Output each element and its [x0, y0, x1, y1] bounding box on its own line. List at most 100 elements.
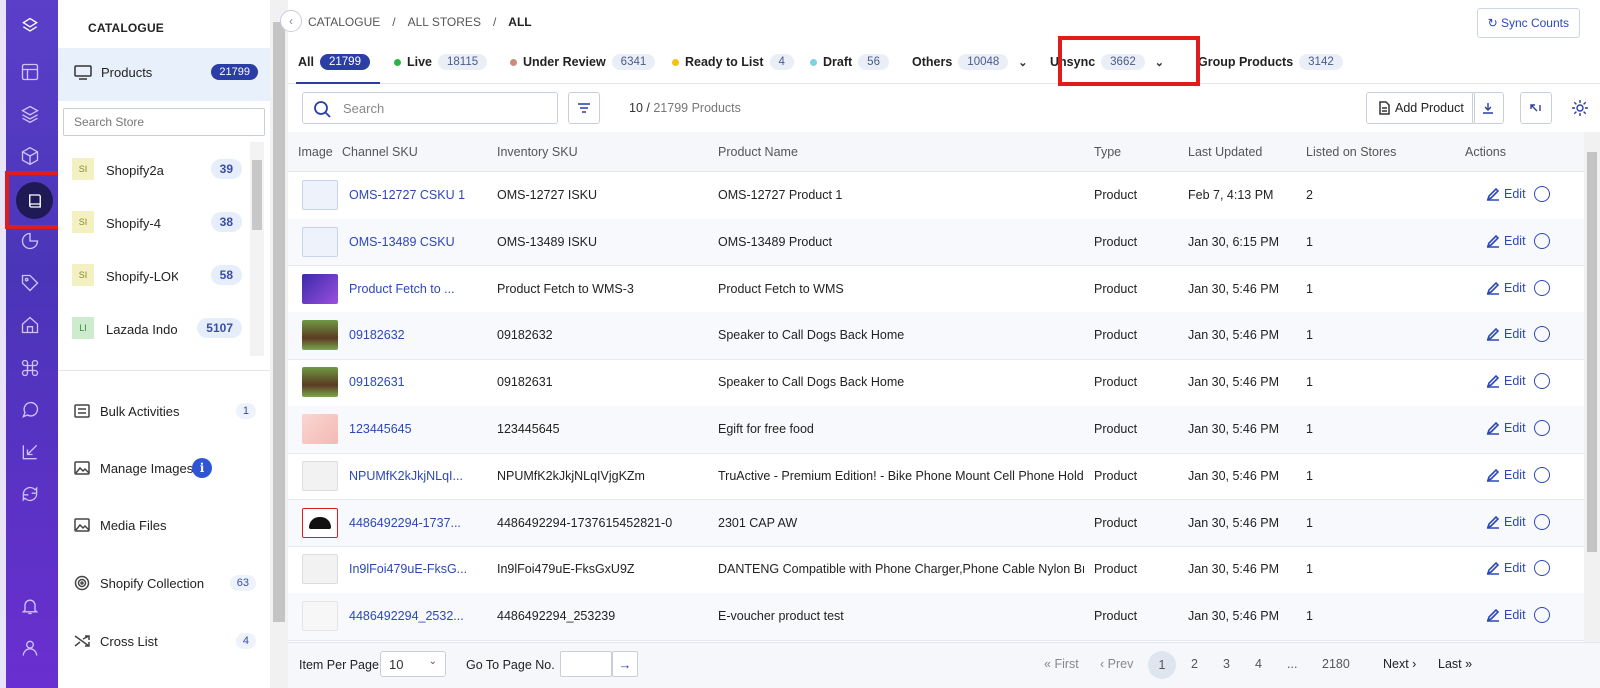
filter-button[interactable]: [568, 92, 600, 124]
column-header[interactable]: Inventory SKU: [497, 145, 578, 159]
command-icon[interactable]: [18, 356, 42, 380]
user-icon[interactable]: [18, 636, 42, 660]
sync-icon[interactable]: [18, 482, 42, 506]
channel-sku-link[interactable]: 4486492294_2532...: [349, 609, 489, 623]
open-external-icon[interactable]: [1534, 326, 1550, 343]
book-icon[interactable]: [16, 182, 53, 219]
column-header[interactable]: Image: [298, 145, 333, 159]
store-item[interactable]: SI Shopify2a 39: [58, 144, 254, 198]
tab-under-review[interactable]: Under Review 6341: [510, 54, 656, 70]
channel-sku-link[interactable]: 123445645: [349, 422, 489, 436]
edit-button[interactable]: Edit: [1486, 561, 1526, 575]
tab-draft[interactable]: Draft 56: [810, 54, 889, 70]
search-store-input[interactable]: Search Store: [63, 108, 265, 136]
channel-sku-link[interactable]: NPUMfK2kJkjNLqI...: [349, 469, 489, 483]
sync-counts-button[interactable]: ↻ Sync Counts: [1476, 8, 1580, 38]
store-list-scrollbar[interactable]: [250, 142, 264, 356]
sidebar-scrollbar[interactable]: [270, 0, 288, 688]
next-page-button[interactable]: Next ›: [1383, 657, 1416, 671]
collapse-sidebar-button[interactable]: ‹: [280, 10, 302, 32]
channel-sku-link[interactable]: OMS-13489 CSKU: [349, 235, 489, 249]
sidebar-item-shopify-collection[interactable]: Shopify Collection 63: [58, 563, 270, 603]
edit-button[interactable]: Edit: [1486, 468, 1526, 482]
crumb-all-stores[interactable]: ALL STORES: [408, 15, 481, 29]
table-row[interactable]: 09182631 09182631 Speaker to Call Dogs B…: [288, 359, 1584, 407]
add-product-button[interactable]: Add Product: [1366, 92, 1475, 124]
page-3-button[interactable]: 3: [1223, 657, 1230, 671]
edit-button[interactable]: Edit: [1486, 608, 1526, 622]
chevron-down-icon[interactable]: ⌄: [1018, 56, 1027, 69]
edit-button[interactable]: Edit: [1486, 187, 1526, 201]
table-row[interactable]: In9lFoi479uE-FksG... In9lFoi479uE-FksGxU…: [288, 546, 1584, 594]
open-external-icon[interactable]: [1534, 186, 1550, 202]
per-page-select[interactable]: 10 ⌄: [380, 651, 446, 677]
column-header[interactable]: Channel SKU: [342, 145, 418, 159]
edit-button[interactable]: Edit: [1486, 515, 1526, 529]
sidebar-item-bulk-activities[interactable]: Bulk Activities 1: [58, 391, 270, 431]
tab-live[interactable]: Live 18115: [394, 54, 488, 70]
tab-ready-to-list[interactable]: Ready to List 4: [672, 54, 794, 70]
table-row[interactable]: 4486492294_2532... 4486492294_253239 E-v…: [288, 593, 1584, 641]
open-external-icon[interactable]: [1534, 513, 1550, 530]
prev-page-button[interactable]: ‹ Prev: [1100, 657, 1133, 671]
open-external-icon[interactable]: [1534, 279, 1550, 296]
table-row[interactable]: 09182632 09182632 Speaker to Call Dogs B…: [288, 312, 1584, 360]
open-external-icon[interactable]: [1534, 560, 1550, 577]
tab-all[interactable]: All 21799: [298, 54, 370, 70]
search-input[interactable]: Search: [302, 92, 558, 124]
box-icon[interactable]: [18, 144, 42, 168]
channel-sku-link[interactable]: 09182631: [349, 375, 489, 389]
column-header[interactable]: Last Updated: [1188, 145, 1262, 159]
page-last-number-button[interactable]: 2180: [1322, 657, 1350, 671]
layers-icon[interactable]: [18, 102, 42, 126]
channel-sku-link[interactable]: Product Fetch to ...: [349, 282, 489, 296]
catalogue-nav-active[interactable]: [5, 171, 64, 229]
store-item[interactable]: SI Shopify-LOK 58: [58, 250, 254, 304]
page-2-button[interactable]: 2: [1191, 657, 1198, 671]
sidebar-item-products[interactable]: Products 21799: [58, 48, 270, 101]
bell-icon[interactable]: [18, 594, 42, 618]
pie-chart-icon[interactable]: [18, 229, 42, 253]
table-scrollbar[interactable]: [1584, 132, 1600, 642]
go-button[interactable]: →: [612, 651, 638, 677]
home-icon[interactable]: [18, 313, 42, 337]
column-header[interactable]: Listed on Stores: [1306, 145, 1396, 159]
page-4-button[interactable]: 4: [1255, 657, 1262, 671]
column-header[interactable]: Type: [1094, 145, 1121, 159]
open-external-icon[interactable]: [1534, 420, 1550, 436]
download-button[interactable]: [1472, 92, 1504, 124]
sidebar-item-media-files[interactable]: Media Files: [58, 505, 270, 545]
table-scroll-thumb[interactable]: [1587, 152, 1597, 552]
store-item[interactable]: SI Shopify-4 38: [58, 197, 254, 251]
table-row[interactable]: OMS-13489 CSKU OMS-13489 ISKU OMS-13489 …: [288, 218, 1584, 267]
export-icon[interactable]: [18, 440, 42, 464]
edit-button[interactable]: Edit: [1486, 281, 1526, 295]
channel-sku-link[interactable]: In9lFoi479uE-FksG...: [349, 562, 489, 576]
edit-button[interactable]: Edit: [1486, 327, 1526, 341]
crumb-catalogue[interactable]: CATALOGUE: [308, 15, 380, 29]
go-to-page-input[interactable]: [560, 651, 612, 677]
channel-sku-link[interactable]: OMS-12727 CSKU 1: [349, 188, 489, 202]
last-page-button[interactable]: Last »: [1438, 657, 1472, 671]
scroll-thumb[interactable]: [252, 160, 262, 230]
page-1-button[interactable]: 1: [1148, 651, 1176, 679]
column-header[interactable]: Product Name: [718, 145, 798, 159]
channel-sku-link[interactable]: 4486492294-1737...: [349, 516, 489, 530]
open-external-icon[interactable]: [1534, 232, 1550, 249]
sidebar-scroll-thumb[interactable]: [273, 22, 285, 622]
edit-button[interactable]: Edit: [1486, 374, 1526, 388]
tab-group-products[interactable]: Group Products 3142: [1198, 54, 1343, 70]
table-row[interactable]: NPUMfK2kJkjNLqI... NPUMfK2kJkjNLqIVjgKZm…: [288, 453, 1584, 501]
store-item[interactable]: LI Lazada Indor 5107: [58, 303, 254, 357]
table-row[interactable]: OMS-12727 CSKU 1 OMS-12727 ISKU OMS-1272…: [288, 172, 1584, 220]
edit-button[interactable]: Edit: [1486, 421, 1526, 435]
logo-icon[interactable]: [18, 14, 42, 38]
tab-others[interactable]: Others 10048 ⌄: [912, 54, 1028, 70]
info-icon[interactable]: i: [192, 458, 212, 478]
channel-sku-link[interactable]: 09182632: [349, 328, 489, 342]
first-page-button[interactable]: « First: [1044, 657, 1079, 671]
chat-icon[interactable]: [18, 398, 42, 422]
sidebar-item-cross-list[interactable]: Cross List 4: [58, 621, 270, 661]
tag-icon[interactable]: [18, 271, 42, 295]
column-header[interactable]: Actions: [1465, 145, 1506, 159]
